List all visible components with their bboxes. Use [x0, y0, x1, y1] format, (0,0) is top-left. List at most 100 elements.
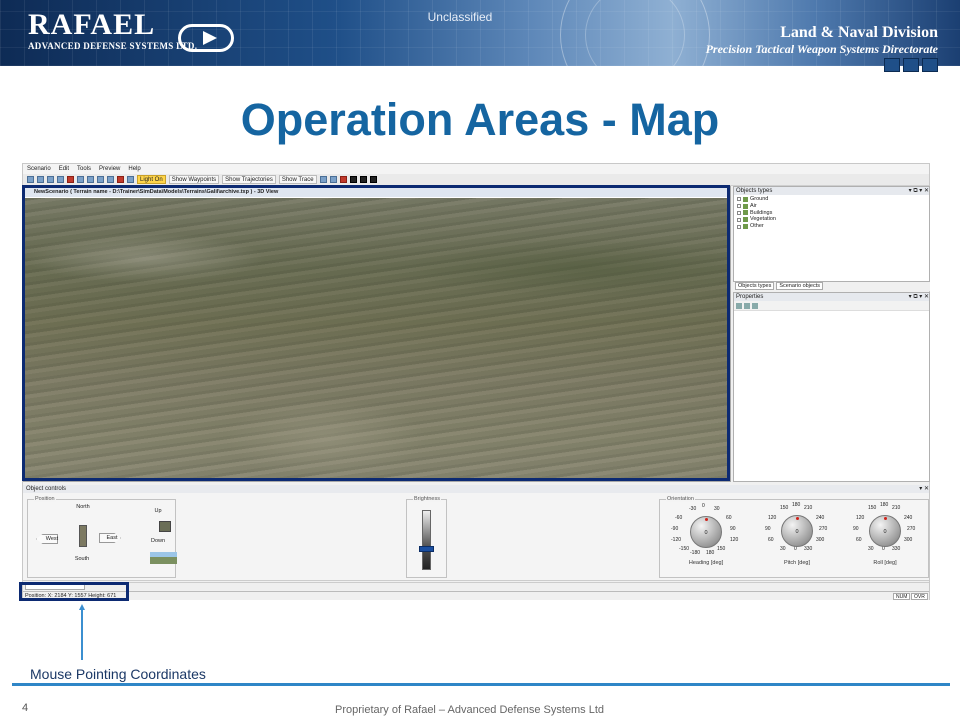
tab-objects-types[interactable]: Objects types — [735, 282, 775, 290]
show-trajectories-button[interactable]: Show Trajectories — [222, 175, 276, 184]
copy-icon[interactable] — [77, 176, 84, 183]
objects-types-title: Objects types — [736, 188, 773, 194]
vehicle-side-icon — [159, 521, 171, 532]
map-highlight-frame — [22, 185, 730, 481]
delete-icon[interactable] — [67, 176, 74, 183]
expand-icon[interactable] — [737, 204, 741, 209]
sort-az-icon[interactable] — [744, 303, 750, 309]
tree-item-ground[interactable]: Ground — [737, 196, 926, 203]
menu-edit[interactable]: Edit — [59, 166, 69, 172]
south-button[interactable]: South — [67, 556, 97, 562]
properties-title-bar: Properties ▾ ⧉ ▾ ✕ — [734, 293, 929, 301]
status-bar: Position: X: 2184 Y: 1557 Height: 671 NU… — [23, 591, 929, 600]
camera-icon[interactable] — [127, 176, 134, 183]
heading-tick: -60 — [675, 515, 683, 521]
pitch-tick: 90 — [765, 526, 771, 532]
categorized-icon[interactable] — [736, 303, 742, 309]
stop-icon[interactable] — [369, 176, 377, 183]
heading-tick: 60 — [726, 515, 732, 521]
ground-icon — [743, 196, 748, 202]
brightness-thumb[interactable] — [419, 546, 434, 552]
heading-tick: -120 — [671, 537, 682, 543]
expand-icon[interactable] — [737, 217, 741, 222]
footer-text: Proprietary of Rafael – Advanced Defense… — [335, 704, 605, 716]
pitch-tick: 150 — [780, 505, 789, 511]
pitch-dial: 150 180 210 120 240 90 270 60 300 30 0 3… — [752, 500, 842, 579]
undo-icon[interactable] — [97, 176, 104, 183]
east-button[interactable]: East — [102, 535, 122, 541]
roll-tick: 30 — [868, 546, 874, 552]
tree-item-vegetation[interactable]: Vegetation — [737, 216, 926, 223]
roll-tick: 90 — [853, 526, 859, 532]
heading-tick: -150 — [679, 546, 690, 552]
play-icon[interactable] — [349, 176, 357, 183]
tree-item-other[interactable]: Other — [737, 223, 926, 230]
roll-dial: 150 180 210 120 240 90 270 60 300 30 0 3… — [840, 500, 930, 579]
expand-icon[interactable] — [737, 197, 741, 202]
roll-knob[interactable]: 0 — [869, 515, 901, 547]
paste-icon[interactable] — [87, 176, 94, 183]
expand-icon[interactable] — [737, 210, 741, 215]
menu-bar: Scenario Edit Tools Preview Help — [23, 164, 929, 174]
ovr-indicator: OVR — [911, 593, 928, 600]
menu-help[interactable]: Help — [128, 166, 140, 172]
header-square — [922, 58, 938, 72]
light-on-button[interactable]: Light On — [137, 175, 166, 184]
tab-scenario-objects[interactable]: Scenario objects — [776, 282, 823, 290]
property-pages-icon[interactable] — [752, 303, 758, 309]
heading-knob[interactable]: 0 — [690, 516, 722, 548]
up-button[interactable]: Up — [149, 508, 167, 514]
air-icon — [743, 203, 748, 209]
pitch-tick: 270 — [819, 526, 828, 532]
menu-scenario[interactable]: Scenario — [27, 166, 51, 172]
bottom-tab-strip — [23, 582, 929, 590]
roll-tick: 210 — [892, 505, 901, 511]
panel-controls-icon[interactable]: ▾ ⧉ ▾ ✕ — [909, 187, 929, 195]
roll-tick: 240 — [904, 515, 913, 521]
heading-tick: 0 — [702, 503, 705, 509]
classification-label: Unclassified — [427, 10, 493, 24]
slide-title: Operation Areas - Map — [240, 94, 720, 145]
down-button[interactable]: Down — [146, 538, 170, 544]
globe-icon[interactable] — [319, 176, 327, 183]
properties-toolbar — [734, 301, 929, 311]
roll-tick: 300 — [904, 537, 913, 543]
pitch-label: Pitch [deg] — [784, 560, 810, 566]
panel-controls-icon[interactable]: ▾ ⧉ ▾ ✕ — [909, 293, 929, 301]
menu-tools[interactable]: Tools — [77, 166, 91, 172]
expand-icon[interactable] — [737, 224, 741, 229]
north-button[interactable]: North — [69, 504, 97, 510]
panel-collapse-icon[interactable]: ▾ ✕ — [919, 485, 929, 493]
position-label: Position — [34, 496, 56, 502]
pause-icon[interactable] — [359, 176, 367, 183]
pitch-tick: 300 — [816, 537, 825, 543]
menu-preview[interactable]: Preview — [99, 166, 120, 172]
heading-tick: 150 — [717, 546, 726, 552]
annotation-arrow-icon — [79, 604, 85, 660]
tree-item-buildings[interactable]: Buildings — [737, 210, 926, 217]
header-square — [903, 58, 919, 72]
object-type-tree: Ground Air Buildings Vegetation Other — [734, 195, 929, 231]
save-icon[interactable] — [47, 176, 54, 183]
brightness-slider[interactable] — [422, 510, 431, 570]
slide: RAFAEL ADVANCED DEFENSE SYSTEMS LTD. Unc… — [0, 0, 960, 720]
new-icon[interactable] — [27, 176, 34, 183]
cut-icon[interactable] — [57, 176, 64, 183]
aircraft-icon[interactable] — [329, 176, 337, 183]
pitch-knob[interactable]: 0 — [781, 515, 813, 547]
minimap-thumbnail — [150, 552, 177, 564]
pitch-tick: 30 — [780, 546, 786, 552]
record-icon[interactable] — [117, 176, 124, 183]
show-waypoints-button[interactable]: Show Waypoints — [168, 175, 220, 184]
west-button[interactable]: West — [42, 536, 62, 542]
object-controls-title: Object controls — [26, 486, 67, 492]
object-controls-panel: Position North West East South Up Down B… — [23, 493, 929, 581]
logo-subtitle: ADVANCED DEFENSE SYSTEMS LTD. — [28, 41, 198, 51]
roll-tick: 120 — [856, 515, 865, 521]
tree-item-air[interactable]: Air — [737, 203, 926, 210]
flag-icon[interactable] — [339, 176, 347, 183]
show-trace-button[interactable]: Show Trace — [278, 175, 317, 184]
open-icon[interactable] — [37, 176, 44, 183]
help-icon[interactable] — [107, 176, 114, 183]
properties-panel: Properties ▾ ⧉ ▾ ✕ — [733, 292, 930, 482]
